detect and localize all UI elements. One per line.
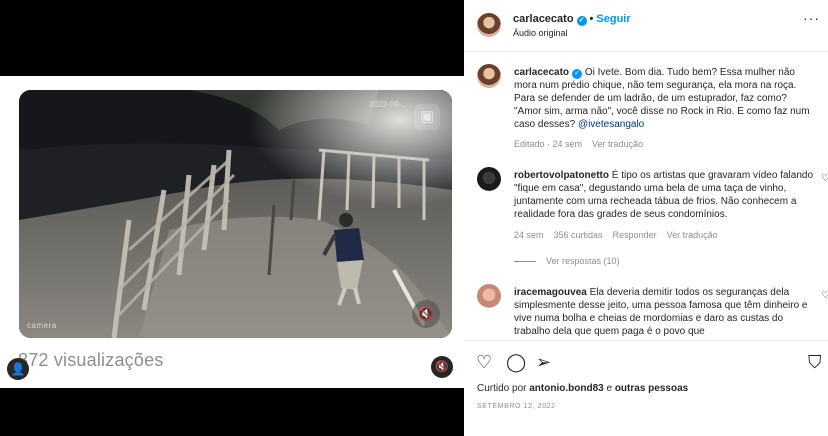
caption-avatar[interactable]	[477, 64, 501, 88]
liked-user[interactable]: antonio.bond83	[529, 383, 603, 394]
video-player[interactable]: 2022-09-... ▣ camera 🔇	[19, 90, 452, 338]
comment-bubble-icon[interactable]: ◯	[506, 351, 528, 373]
media-card: 2022-09-... ▣ camera 🔇 872 visualizações…	[0, 76, 464, 388]
verified-badge-icon: ✓	[572, 69, 583, 79]
action-bar: ♡ ◯ ➢ ⛉ Curtido por antonio.bond83 e out…	[464, 340, 828, 436]
view-replies-button[interactable]: Ver respostas (10)	[514, 256, 620, 266]
liked-and: e	[606, 383, 613, 394]
commenter-username[interactable]: iracemagouvea	[514, 287, 587, 298]
author-avatar[interactable]	[477, 13, 501, 37]
comment-item: robertovolpatonetto É tipo os artistas q…	[464, 167, 828, 267]
tagged-person-icon[interactable]: 👤	[7, 358, 29, 380]
mute-icon[interactable]: 🔇	[412, 300, 440, 328]
mention-link[interactable]: @ivetesangalo	[578, 119, 644, 130]
share-send-icon[interactable]: ➢	[536, 351, 558, 373]
caption: carlacecato ✓ Oi Ivete. Bom dia. Tudo bem…	[464, 64, 828, 154]
liked-by: Curtido por antonio.bond83 e outras pess…	[477, 383, 688, 394]
camera-label: camera	[27, 321, 57, 330]
liked-prefix: Curtido por	[477, 383, 527, 394]
commenter-avatar[interactable]	[477, 284, 501, 308]
commenter-username[interactable]: robertovolpatonetto	[514, 170, 609, 181]
sound-off-icon[interactable]: 🔇	[431, 356, 453, 378]
save-bookmark-icon[interactable]: ⛉	[808, 351, 828, 373]
comment-like-icon[interactable]: ♡	[821, 290, 828, 301]
video-frame	[19, 90, 452, 338]
more-options-icon[interactable]: ···	[803, 10, 820, 26]
media-panel: 2022-09-... ▣ camera 🔇 872 visualizações…	[0, 0, 464, 436]
comment-text: iracemagouvea Ela deveria demitir todos …	[514, 286, 814, 338]
commenter-avatar[interactable]	[477, 167, 501, 191]
comment-like-icon[interactable]: ♡	[821, 173, 828, 184]
camera-timestamp: 2022-09-...	[369, 100, 408, 109]
verified-badge-icon: ✓	[576, 16, 587, 26]
caption-edited: Editado · 24 sem	[514, 139, 583, 149]
view-count: 872 visualizações	[18, 350, 164, 370]
comment-meta: 24 sem 356 curtidas Responder Ver tradução	[514, 230, 728, 240]
author-username[interactable]: carlacecato	[513, 13, 574, 25]
comment-item: iracemagouvea Ela deveria demitir todos …	[464, 284, 828, 340]
post-details-panel: carlacecato ✓ • Seguir Áudio original ··· c…	[464, 0, 828, 436]
like-heart-icon[interactable]: ♡	[476, 351, 498, 373]
separator: •	[589, 13, 594, 25]
caption-username[interactable]: carlacecato	[514, 67, 569, 78]
reply-button[interactable]: Responder	[613, 230, 657, 240]
author-line: carlacecato ✓ • Seguir	[513, 13, 631, 26]
caption-translate[interactable]: Ver tradução	[592, 139, 643, 149]
comment-text: robertovolpatonetto É tipo os artistas q…	[514, 169, 814, 221]
comment-likes[interactable]: 356 curtidas	[554, 230, 603, 240]
post-date[interactable]: SETEMBRO 12, 2022	[477, 403, 556, 410]
instagram-post-view: 2022-09-... ▣ camera 🔇 872 visualizações…	[0, 0, 828, 436]
video-overlay-icon[interactable]: ▣	[414, 104, 440, 130]
caption-text: carlacecato ✓ Oi Ivete. Bom dia. Tudo bem…	[514, 66, 814, 131]
caption-meta: Editado · 24 sem Ver tradução	[514, 139, 653, 149]
post-header: carlacecato ✓ • Seguir Áudio original ···	[464, 0, 828, 52]
comment-time: 24 sem	[514, 230, 544, 240]
comment-translate[interactable]: Ver tradução	[667, 230, 718, 240]
audio-label[interactable]: Áudio original	[513, 28, 568, 38]
follow-button[interactable]: Seguir	[596, 13, 630, 25]
liked-others[interactable]: outras pessoas	[615, 383, 688, 394]
